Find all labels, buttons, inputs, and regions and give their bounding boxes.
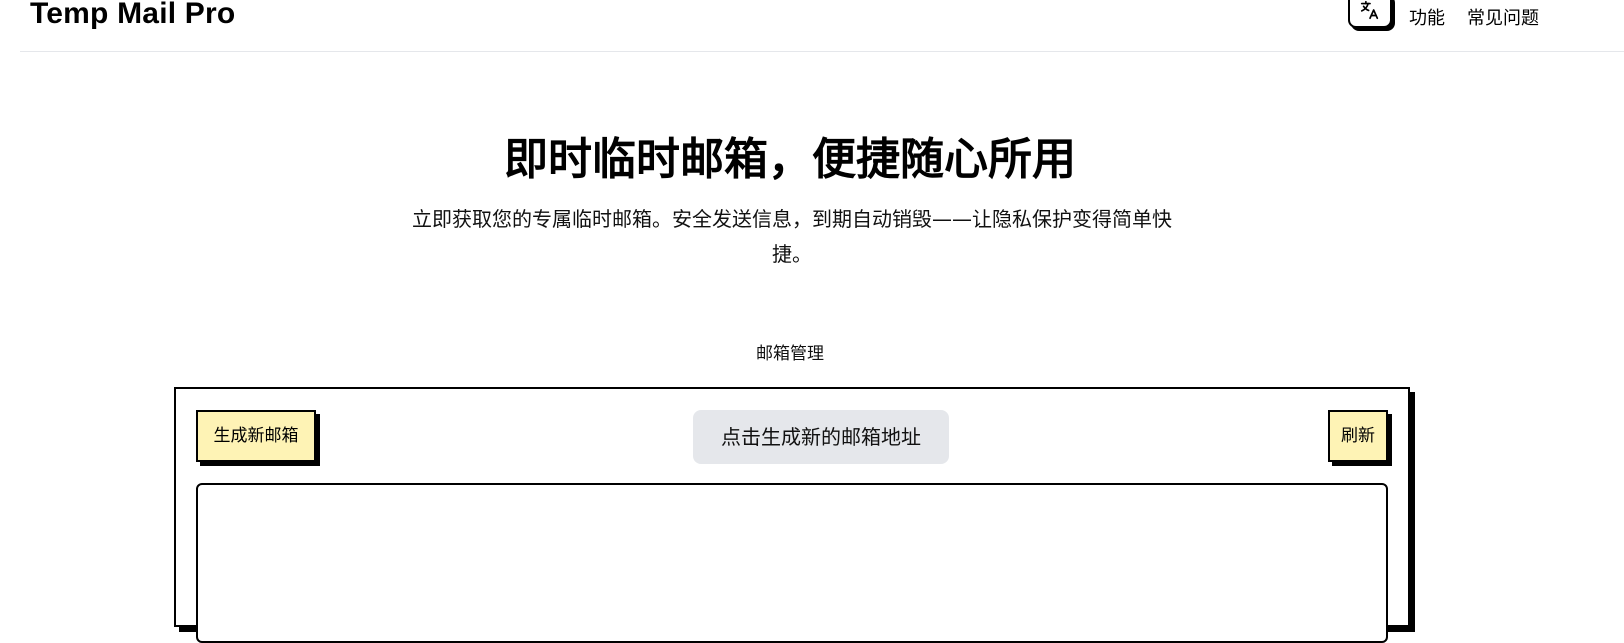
email-address-display[interactable]: 点击生成新的邮箱地址 <box>693 410 949 464</box>
mailbox-section-label: 邮箱管理 <box>756 344 824 364</box>
translate-icon <box>1360 0 1379 20</box>
hero-subtitle: 立即获取您的专属临时邮箱。安全发送信息，到期自动销毁——让隐私保护变得简单快捷。 <box>412 207 1172 266</box>
inbox-list <box>196 483 1388 643</box>
nav-link-faq[interactable]: 常见问题 <box>1467 7 1539 31</box>
mailbox-panel: 生成新邮箱 点击生成新的邮箱地址 刷新 <box>174 387 1410 643</box>
top-header: Temp Mail Pro 功能 常见问题 <box>20 0 1624 52</box>
nav-link-features[interactable]: 功能 <box>1409 7 1445 31</box>
generate-mailbox-button[interactable]: 生成新邮箱 <box>196 410 316 462</box>
brand-logo-text[interactable]: Temp Mail Pro <box>30 0 235 32</box>
language-switch-button[interactable] <box>1348 0 1392 28</box>
refresh-button[interactable]: 刷新 <box>1328 410 1388 462</box>
hero-title: 即时临时邮箱，便捷随心所用 <box>504 134 1076 185</box>
